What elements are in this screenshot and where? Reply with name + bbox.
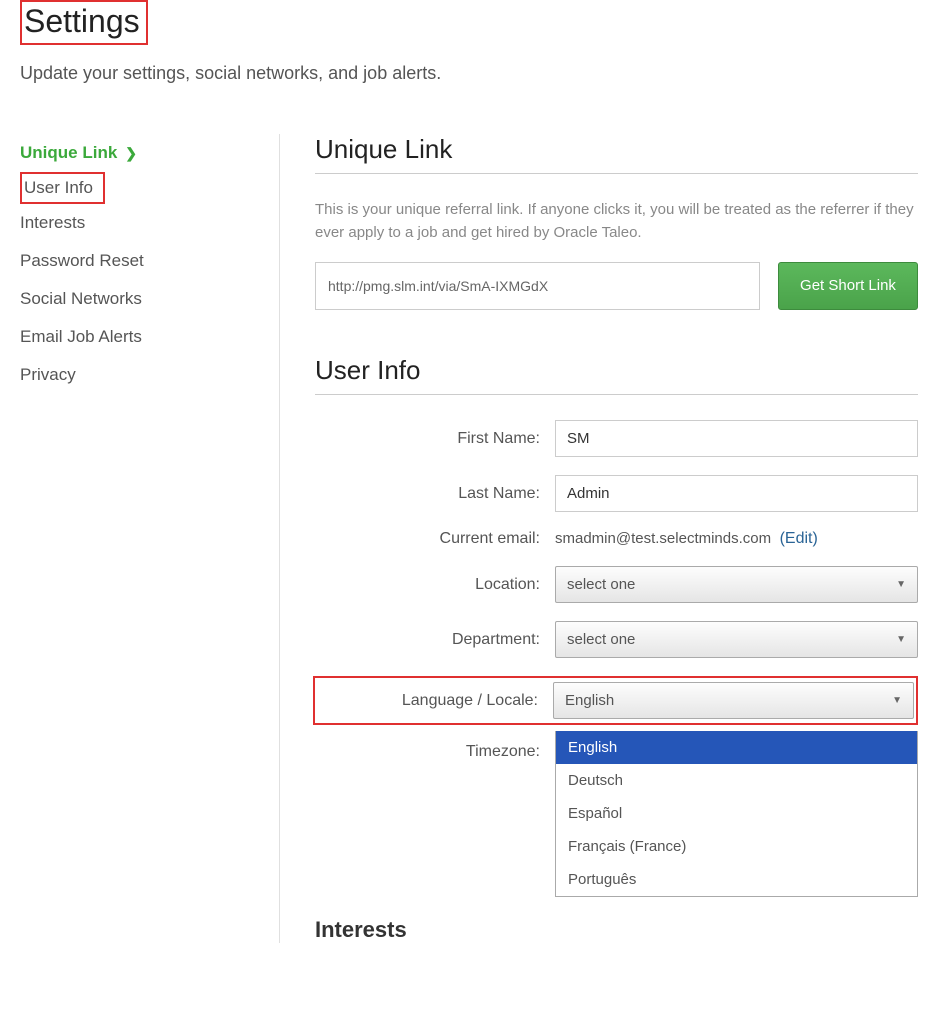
dropdown-arrow-icon: ▼ [892,695,902,706]
language-select-value: English [565,692,614,709]
language-option-francais[interactable]: Français (France) [556,830,917,863]
location-label: Location: [315,576,555,594]
sidebar-item-label: Social Networks [20,289,142,309]
section-title-user-info: User Info [315,355,918,386]
location-select-value: select one [567,576,635,593]
referral-link-input[interactable] [315,262,760,310]
sidebar-item-label: Password Reset [20,251,144,271]
sidebar-item-privacy[interactable]: Privacy [20,356,259,394]
sidebar-item-label: Email Job Alerts [20,327,142,347]
sidebar-item-label: Unique Link [20,143,117,163]
language-option-deutsch[interactable]: Deutsch [556,764,917,797]
sidebar-item-password-reset[interactable]: Password Reset [20,242,259,280]
current-email-label: Current email: [315,530,555,548]
language-option-english[interactable]: English [556,731,917,764]
sidebar-item-label: Interests [20,213,85,233]
sidebar-item-interests[interactable]: Interests [20,204,259,242]
last-name-input[interactable] [555,475,918,512]
language-option-portugues[interactable]: Português [556,863,917,896]
main-content: Unique Link This is your unique referral… [280,134,933,943]
get-short-link-button[interactable]: Get Short Link [778,262,918,310]
language-label: Language / Locale: [315,692,553,710]
current-email-value: smadmin@test.selectminds.com [555,530,771,547]
section-title-interests: Interests [315,917,918,943]
sidebar-item-email-job-alerts[interactable]: Email Job Alerts [20,318,259,356]
sidebar-item-user-info[interactable]: User Info [20,172,105,204]
language-option-espanol[interactable]: Español [556,797,917,830]
language-select[interactable]: English ▼ [553,682,914,719]
dropdown-arrow-icon: ▼ [896,579,906,590]
department-select[interactable]: select one ▼ [555,621,918,658]
timezone-label: Timezone: [315,731,555,761]
location-select[interactable]: select one ▼ [555,566,918,603]
department-label: Department: [315,631,555,649]
sidebar-item-social-networks[interactable]: Social Networks [20,280,259,318]
dropdown-arrow-icon: ▼ [896,634,906,645]
sidebar-item-unique-link[interactable]: Unique Link ❯ [20,134,259,172]
edit-email-link[interactable]: (Edit) [780,530,818,547]
divider [315,173,918,174]
page-subtitle: Update your settings, social networks, a… [20,63,933,84]
section-title-unique-link: Unique Link [315,134,918,165]
page-title: Settings [20,0,148,45]
first-name-label: First Name: [315,430,555,448]
sidebar-item-label: Privacy [20,365,76,385]
first-name-input[interactable] [555,420,918,457]
chevron-right-icon: ❯ [125,145,137,162]
last-name-label: Last Name: [315,485,555,503]
department-select-value: select one [567,631,635,648]
divider [315,394,918,395]
sidebar-item-label: User Info [24,178,93,198]
language-dropdown-list: English Deutsch Español Français (France… [555,731,918,897]
settings-sidebar: Unique Link ❯ User Info Interests Passwo… [0,134,280,943]
unique-link-description: This is your unique referral link. If an… [315,199,918,244]
